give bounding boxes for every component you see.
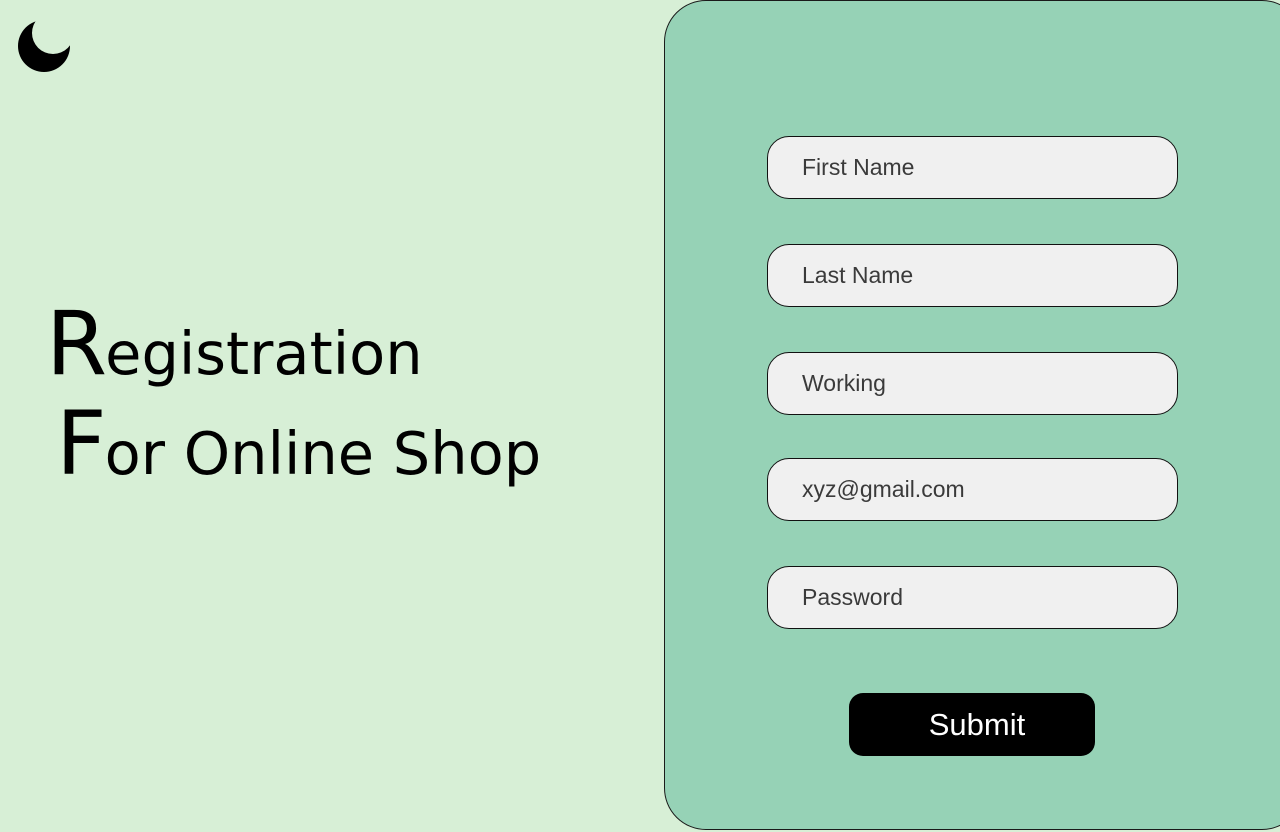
- password-input[interactable]: [767, 566, 1178, 629]
- last-name-input[interactable]: [767, 244, 1178, 307]
- email-input[interactable]: [767, 458, 1178, 521]
- title-rest-registration: egistration: [105, 319, 423, 388]
- submit-button[interactable]: Submit: [849, 693, 1095, 756]
- title-initial-f: F: [56, 392, 107, 495]
- page: Registration For Online Shop Submit: [0, 0, 1280, 832]
- title-line-online-shop: For Online Shop: [46, 400, 541, 500]
- moon-icon-glyph: [18, 20, 70, 72]
- page-title: Registration For Online Shop: [46, 300, 541, 500]
- title-line-registration: Registration: [46, 300, 541, 400]
- first-name-input[interactable]: [767, 136, 1178, 199]
- title-initial-r: R: [46, 292, 107, 395]
- moon-icon[interactable]: [16, 18, 72, 74]
- working-input[interactable]: [767, 352, 1178, 415]
- title-rest-online-shop: or Online Shop: [104, 419, 542, 488]
